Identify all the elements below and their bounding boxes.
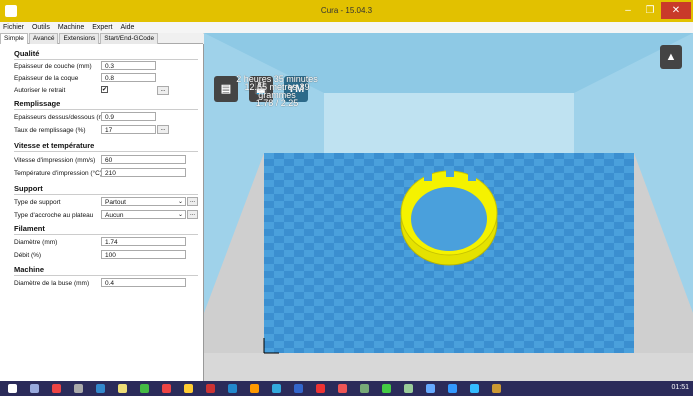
taskbar-app-icon[interactable] <box>118 384 127 393</box>
taskbar-app-icon[interactable] <box>162 384 171 393</box>
filament-diameter-field[interactable]: 1.74 <box>101 237 186 246</box>
taskbar-app-icon[interactable] <box>338 384 347 393</box>
layer-height-field[interactable]: 0.3 <box>101 61 156 70</box>
taskbar-app-icon[interactable] <box>52 384 61 393</box>
material-cost: 1.78 / 2.25 <box>255 98 299 108</box>
support-type-label: Type de support <box>14 199 61 206</box>
3d-viewport[interactable]: ▤ 💾 YM ▲ 2 heures 35 minutes 12.65 mètre… <box>204 33 693 381</box>
view-mode-icon[interactable]: ▲ <box>660 45 682 69</box>
filament-diameter-label: Diamètre (mm) <box>14 239 58 246</box>
windows-taskbar: 01:51 <box>0 381 693 396</box>
taskbar-app-icon[interactable] <box>30 384 39 393</box>
taskbar-app-icon[interactable] <box>228 384 237 393</box>
section-title-machine: Machine <box>14 265 45 274</box>
taskbar-app-icon[interactable] <box>250 384 259 393</box>
infill-density-label: Taux de remplissage (%) <box>14 127 86 134</box>
tab-extensions[interactable]: Extensions <box>59 33 100 44</box>
section-divider <box>14 194 198 195</box>
menu-machine[interactable]: Machine <box>55 22 87 33</box>
chevron-down-icon: ⌄ <box>177 212 183 218</box>
section-divider <box>14 59 198 60</box>
shell-thickness-field[interactable]: 0.8 <box>101 73 156 82</box>
maximize-button[interactable]: ❐ <box>639 2 661 19</box>
material-usage: 12.65 mètres 39 grammes <box>244 82 310 100</box>
taskbar-app-icon[interactable] <box>382 384 391 393</box>
taskbar-app-icon[interactable] <box>294 384 303 393</box>
start-icon[interactable] <box>8 384 17 393</box>
tab-simple[interactable]: Simple <box>0 33 28 44</box>
section-title-vitesse: Vitesse et température <box>14 141 95 150</box>
taskbar-app-icon[interactable] <box>96 384 105 393</box>
taskbar-app-icon[interactable] <box>184 384 193 393</box>
taskbar-app-icon[interactable] <box>206 384 215 393</box>
adhesion-type-select[interactable]: Aucun ⌄ <box>101 210 186 219</box>
retraction-checkbox[interactable]: ✔ <box>101 86 108 93</box>
retraction-settings-button[interactable]: ... <box>157 86 169 95</box>
taskbar-app-icon[interactable] <box>470 384 479 393</box>
section-divider <box>14 151 198 152</box>
chevron-down-icon: ⌄ <box>177 199 183 205</box>
shell-thickness-label: Epaisseur de la coque <box>14 75 79 82</box>
adhesion-type-label: Type d'accroche au plateau <box>14 212 94 219</box>
menu-outils[interactable]: Outils <box>29 22 53 33</box>
taskbar-app-icon[interactable] <box>448 384 457 393</box>
menu-aide[interactable]: Aide <box>117 22 137 33</box>
nozzle-size-field[interactable]: 0.4 <box>101 278 186 287</box>
tab-start-end-gcode[interactable]: Start/End-GCode <box>100 33 159 44</box>
retraction-label: Autoriser le retrait <box>14 87 66 94</box>
settings-panel: Qualité Epaisseur de couche (mm) 0.3 Epa… <box>0 44 204 381</box>
taskbar-clock: 01:51 <box>671 384 689 391</box>
support-type-select[interactable]: Partout ⌄ <box>101 197 186 206</box>
infill-settings-button[interactable]: ... <box>157 125 169 134</box>
section-title-filament: Filament <box>14 224 45 233</box>
print-temp-label: Température d'impression (°C) <box>14 170 103 177</box>
print-estimate: 2 heures 35 minutes 12.65 mètres 39 gram… <box>234 75 320 108</box>
taskbar-app-icon[interactable] <box>360 384 369 393</box>
support-type-value: Partout <box>105 199 126 206</box>
adhesion-type-value: Aucun <box>105 212 124 219</box>
taskbar-app-icon[interactable] <box>492 384 501 393</box>
section-title-remplissage: Remplissage <box>14 99 61 108</box>
section-divider <box>14 275 198 276</box>
menu-expert[interactable]: Expert <box>89 22 115 33</box>
section-title-qualite: Qualité <box>14 49 40 58</box>
taskbar-app-icon[interactable] <box>316 384 325 393</box>
settings-tabs: Simple Avancé Extensions Start/End-GCode <box>0 33 203 44</box>
adhesion-settings-button[interactable]: ... <box>187 210 198 219</box>
top-bottom-thickness-field[interactable]: 0.9 <box>101 112 156 121</box>
flow-field[interactable]: 100 <box>101 250 186 259</box>
minimize-button[interactable]: – <box>617 2 639 19</box>
taskbar-app-icon[interactable] <box>272 384 281 393</box>
taskbar-app-icon[interactable] <box>426 384 435 393</box>
layer-height-label: Epaisseur de couche (mm) <box>14 63 92 70</box>
tab-avance[interactable]: Avancé <box>28 33 59 44</box>
window-title: Cura - 15.04.3 <box>320 6 373 15</box>
taskbar-app-icon[interactable] <box>404 384 413 393</box>
section-divider <box>14 109 198 110</box>
menu-fichier[interactable]: Fichier <box>0 22 27 33</box>
top-bottom-thickness-label: Epaisseurs dessus/dessous (mm) <box>14 114 112 121</box>
close-button[interactable]: ✕ <box>661 2 691 19</box>
support-settings-button[interactable]: ... <box>187 197 198 206</box>
taskbar-app-icon[interactable] <box>74 384 83 393</box>
taskbar-app-icon[interactable] <box>140 384 149 393</box>
print-temp-field[interactable]: 210 <box>101 168 186 177</box>
infill-density-field[interactable]: 17 <box>101 125 156 134</box>
print-speed-label: Vitesse d'impression (mm/s) <box>14 157 96 164</box>
nozzle-size-label: Diamètre de la buse (mm) <box>14 280 90 287</box>
title-bar: Cura - 15.04.3 – ❐ ✕ <box>0 0 693 22</box>
section-divider <box>14 234 198 235</box>
print-speed-field[interactable]: 60 <box>101 155 186 164</box>
flow-label: Débit (%) <box>14 252 42 259</box>
section-title-support: Support <box>14 184 43 193</box>
